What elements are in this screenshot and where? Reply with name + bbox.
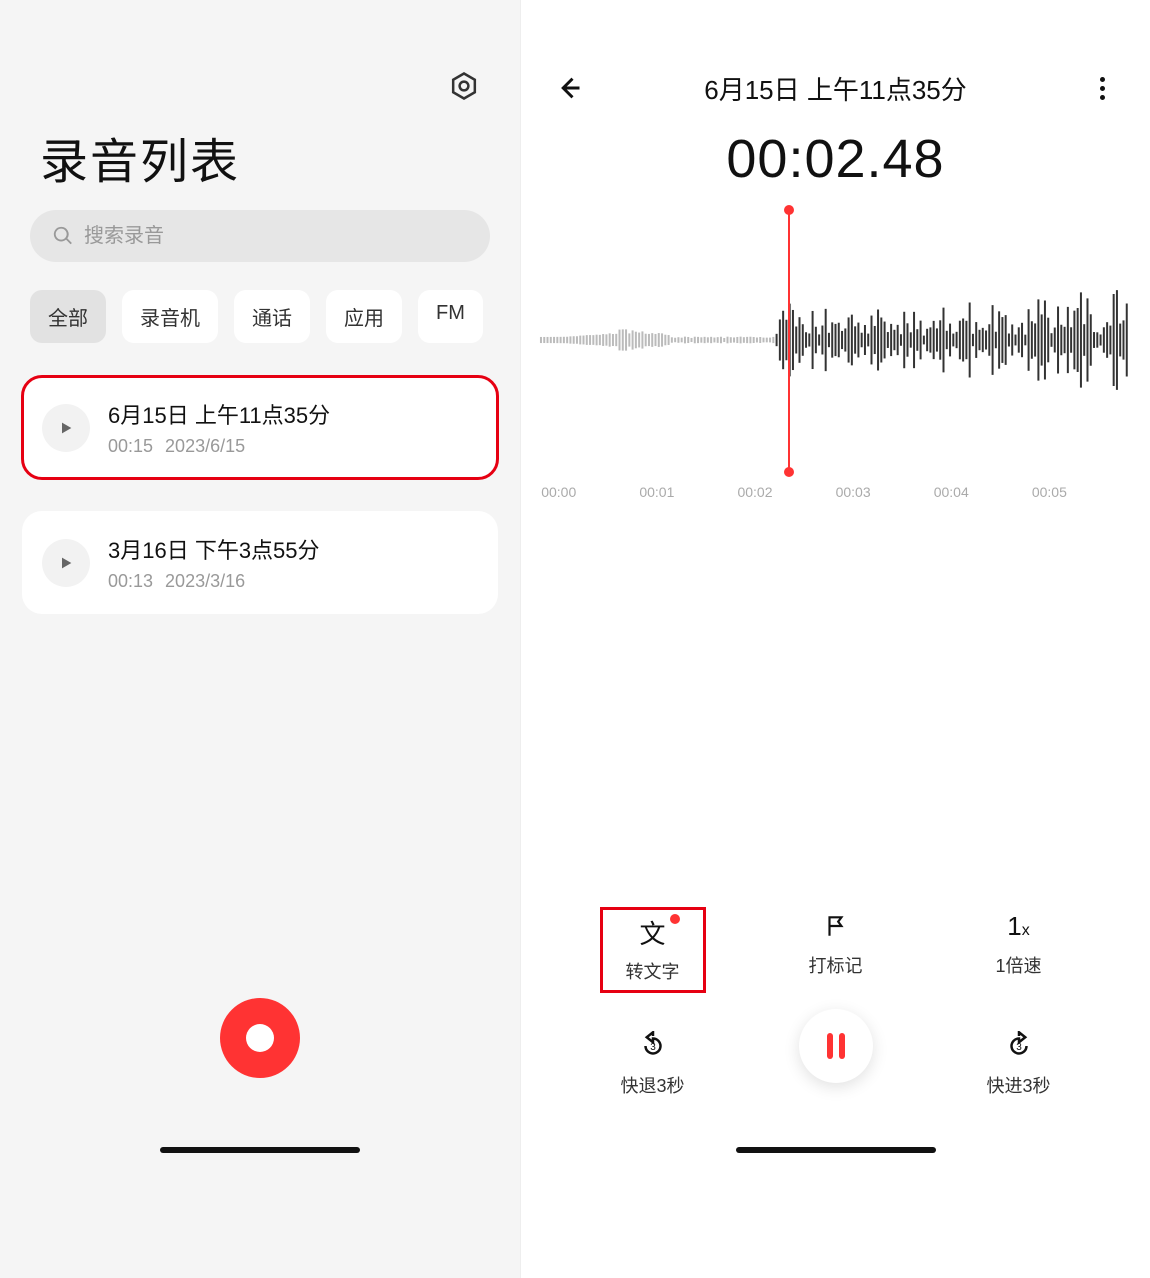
control-label: 打标记 <box>809 952 863 978</box>
control-label: 转文字 <box>626 958 680 984</box>
control-1倍速[interactable]: 1x 1倍速 <box>969 910 1069 990</box>
play-icon[interactable] <box>42 404 90 452</box>
recording-list: 6月15日 上午11点35分 00:152023/6/15 3月16日 下午3点… <box>22 376 498 646</box>
home-indicator <box>736 1147 936 1153</box>
filter-tabs: 全部录音机通话应用 FM <box>30 290 490 343</box>
control-icon <box>799 1030 873 1062</box>
tab-应用[interactable]: 应用 <box>326 290 402 343</box>
playhead-marker[interactable] <box>788 210 790 472</box>
waveform[interactable]: 00:00 00:01 00:02 00:03 00:04 00:05 <box>521 210 1150 510</box>
recording-item[interactable]: 3月16日 下午3点55分 00:132023/3/16 <box>22 511 498 614</box>
notification-dot <box>670 914 680 924</box>
time-tick: 00:01 <box>639 484 674 500</box>
playback-timer: 00:02.48 <box>521 128 1150 190</box>
svg-text:3: 3 <box>1016 1042 1022 1053</box>
time-tick: 00:00 <box>541 484 576 500</box>
play-icon[interactable] <box>42 539 90 587</box>
control-label: 快退3秒 <box>620 1072 684 1098</box>
time-tick: 00:05 <box>1032 484 1067 500</box>
control-label: 1倍速 <box>995 952 1041 978</box>
control-打标记[interactable]: 打标记 <box>786 910 886 990</box>
pause-icon <box>799 1009 873 1083</box>
control-icon: 1x <box>1007 910 1029 942</box>
control-icon: 3 <box>1004 1030 1034 1062</box>
settings-icon[interactable] <box>446 68 482 104</box>
controls-row-1: 文 转文字 打标记 1x 1倍速 <box>561 910 1110 990</box>
page-title: 录音列表 <box>40 122 240 192</box>
control-pause[interactable] <box>786 1030 886 1098</box>
recording-title: 3月16日 下午3点55分 <box>108 533 478 565</box>
control-快退3秒[interactable]: 3 快退3秒 <box>603 1030 703 1098</box>
home-indicator <box>160 1147 360 1153</box>
more-button[interactable] <box>1082 68 1122 108</box>
tab-录音机[interactable]: 录音机 <box>122 290 218 343</box>
control-icon: 文 <box>639 916 665 948</box>
recording-title: 6月15日 上午11点35分 <box>108 398 478 430</box>
control-icon <box>823 910 849 942</box>
recording-meta: 00:132023/3/16 <box>108 571 478 592</box>
control-转文字[interactable]: 文 转文字 <box>603 910 703 990</box>
control-icon: 3 <box>638 1030 668 1062</box>
control-快进3秒[interactable]: 3 快进3秒 <box>969 1030 1069 1098</box>
time-tick: 00:04 <box>934 484 969 500</box>
record-button[interactable] <box>220 998 300 1078</box>
tab-全部[interactable]: 全部 <box>30 290 106 343</box>
recording-meta: 00:152023/6/15 <box>108 436 478 457</box>
controls-row-2: 3 快退3秒 3 快进3秒 <box>561 1030 1110 1098</box>
recording-item[interactable]: 6月15日 上午11点35分 00:152023/6/15 <box>22 376 498 479</box>
time-tick: 00:02 <box>737 484 772 500</box>
back-button[interactable] <box>549 68 589 108</box>
search-input[interactable] <box>84 225 468 248</box>
tab-FM[interactable]: FM <box>418 290 483 343</box>
detail-title: 6月15日 上午11点35分 <box>589 70 1082 107</box>
timeline-ticks: 00:00 00:01 00:02 00:03 00:04 00:05 <box>521 484 1150 508</box>
search-bar[interactable] <box>30 210 490 262</box>
control-label: 快进3秒 <box>986 1072 1050 1098</box>
tab-通话[interactable]: 通话 <box>234 290 310 343</box>
time-tick: 00:03 <box>836 484 871 500</box>
svg-text:3: 3 <box>650 1042 656 1053</box>
